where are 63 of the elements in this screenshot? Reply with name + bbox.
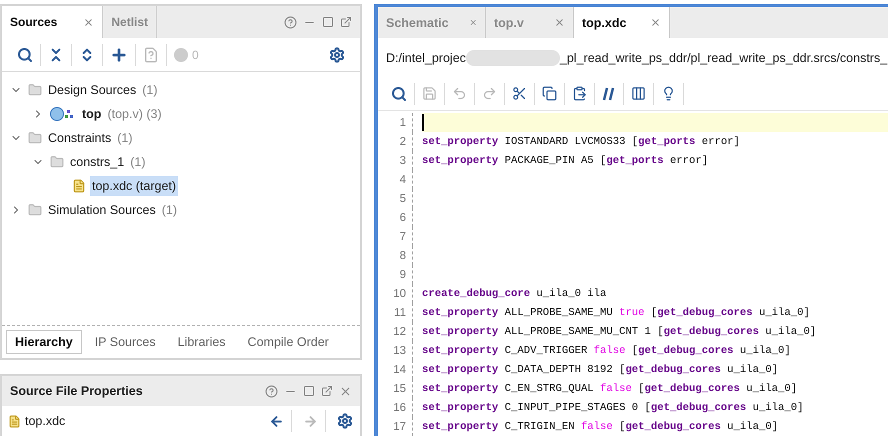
circle-icon bbox=[174, 48, 188, 62]
item-count: (1) bbox=[130, 155, 146, 169]
code-line: set_property C_ADV_TRIGGER false [get_debug_cores u_ila_0] bbox=[422, 344, 791, 356]
file-icon bbox=[8, 414, 21, 428]
module-icon bbox=[50, 107, 76, 121]
view-tab[interactable]: Hierarchy bbox=[6, 330, 82, 354]
code-line: set_property ALL_PROBE_SAME_MU true [get_debug_cores u_ila_0] bbox=[422, 306, 810, 318]
maximize-icon[interactable] bbox=[322, 16, 334, 28]
float-icon[interactable] bbox=[340, 16, 352, 28]
tree-item[interactable]: constrs_1 bbox=[68, 152, 126, 172]
help-icon[interactable] bbox=[284, 16, 297, 28]
code-line: set_property PACKAGE_PIN A5 [get_ports error] bbox=[422, 154, 708, 166]
settings-icon bbox=[337, 413, 353, 429]
tree-item[interactable]: Design Sources bbox=[46, 80, 138, 100]
editor-tab[interactable]: top.xdc bbox=[574, 7, 670, 38]
file-name: top.xdc bbox=[25, 414, 66, 428]
code-line: set_property C_TRIGIN_EN false [get_debug_cores u_ila_0] bbox=[422, 420, 778, 432]
code-line: set_property C_INPUT_PIPE_STAGES 0 [get_debug_cores u_ila_0] bbox=[422, 402, 804, 414]
panel-title: Source File Properties bbox=[10, 384, 143, 398]
line-number: 1 bbox=[378, 113, 412, 132]
folder-icon bbox=[28, 131, 42, 145]
float-icon[interactable] bbox=[321, 385, 333, 397]
file-path: D:/intel_projec bbox=[386, 51, 466, 65]
code-line: set_property ALL_PROBE_SAME_MU_CNT 1 [get_debug_cores u_ila_0] bbox=[422, 326, 816, 338]
clipboard-icon bbox=[572, 86, 587, 102]
tree-item[interactable]: top.xdc (target) bbox=[90, 176, 178, 196]
close-icon[interactable] bbox=[83, 16, 94, 28]
plus-icon bbox=[110, 46, 128, 64]
copy-icon bbox=[542, 86, 557, 102]
code-line: set_property C_DATA_DEPTH 8192 [get_debug_cores u_ila_0] bbox=[422, 364, 778, 376]
folder-icon bbox=[28, 83, 42, 97]
scissors-icon bbox=[512, 86, 527, 102]
text-cursor bbox=[422, 114, 424, 131]
close-icon[interactable] bbox=[650, 17, 661, 28]
tree-item[interactable]: Simulation Sources bbox=[46, 200, 158, 220]
tree-item[interactable]: top bbox=[80, 104, 104, 124]
item-count: (1) bbox=[117, 131, 133, 145]
question-file-icon bbox=[143, 46, 159, 62]
item-count: (1) bbox=[162, 203, 177, 217]
item-count: (1) bbox=[142, 83, 158, 97]
item-count: (top.v) (3) bbox=[107, 107, 162, 121]
right-arrow-icon bbox=[303, 414, 318, 428]
search-icon bbox=[391, 86, 407, 102]
code-line: set_property C_EN_STRG_QUAL false [get_debug_cores u_ila_0] bbox=[422, 382, 798, 394]
help-icon[interactable] bbox=[265, 384, 278, 398]
code-line: set_property IOSTANDARD LVCMOS33 [get_ports error] bbox=[422, 136, 740, 148]
file-path: _pl_read_write_ps_ddr/pl_read_write_ps_ddr.srcs/constrs_ bbox=[560, 51, 888, 65]
lightbulb-icon bbox=[661, 86, 676, 102]
maximize-icon[interactable] bbox=[303, 385, 315, 397]
folder-icon bbox=[50, 155, 64, 169]
close-icon[interactable] bbox=[554, 17, 565, 28]
close-icon[interactable] bbox=[339, 384, 352, 398]
slashes-icon bbox=[602, 86, 616, 101]
panel-tab[interactable]: Sources bbox=[2, 6, 104, 38]
undo-icon bbox=[452, 86, 467, 102]
folder-icon bbox=[28, 203, 42, 217]
settings-icon bbox=[329, 46, 345, 62]
redo-icon bbox=[482, 86, 497, 102]
file-icon bbox=[72, 179, 86, 193]
search-icon bbox=[17, 46, 33, 62]
columns-icon bbox=[631, 86, 646, 102]
tree-item[interactable]: Constraints bbox=[46, 128, 114, 148]
code-line: create_debug_core u_ila_0 ila bbox=[422, 288, 606, 300]
